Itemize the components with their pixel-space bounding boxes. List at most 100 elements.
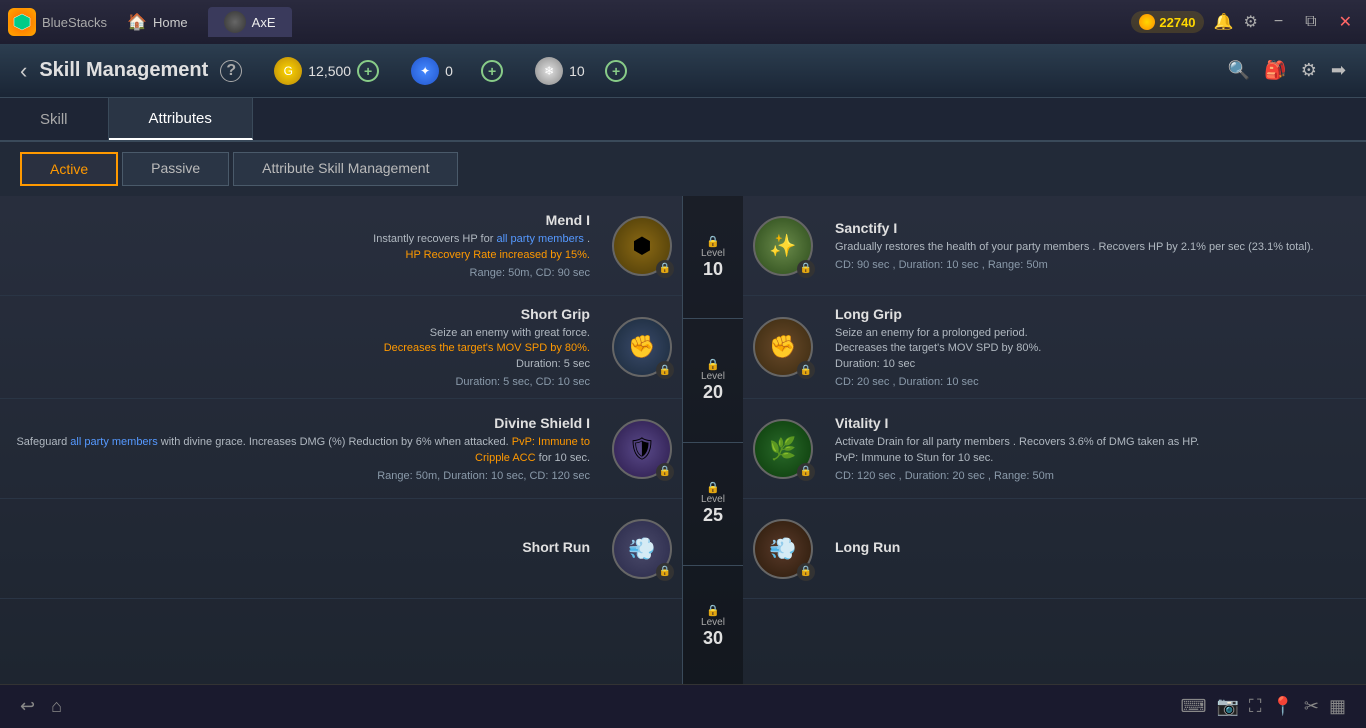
add-blue-button[interactable]: + [481,60,503,82]
skill-text-long-run: Long Run [823,499,1366,598]
skill-meta-sanctify: CD: 90 sec , Duration: 10 sec , Range: 5… [835,259,1352,271]
tabs-row: Skill Attributes [0,98,1366,142]
lock-badge-vitality: 🔒 [797,463,815,481]
skill-desc-vitality: Activate Drain for all party members . R… [835,435,1352,466]
skill-icon-wrap-mend: ⬢ 🔒 [602,196,682,295]
main-content: Skill Attributes Active Passive Attribut… [0,98,1366,684]
skill-desc-divine: Safeguard all party members with divine … [14,435,590,466]
app-header: ‹ Skill Management ? G 12,500 + ✦ 0 + ❄ … [0,44,1366,98]
skill-icon-short-run[interactable]: 💨 🔒 [612,519,672,579]
subtab-passive[interactable]: Passive [122,152,229,186]
skill-desc-long-grip: Seize an enemy for a prolonged period. D… [835,326,1352,372]
page-title: Skill Management [39,59,208,82]
close-btn[interactable]: ✕ [1333,10,1358,34]
skill-icon-long-run[interactable]: 💨 🔒 [753,519,813,579]
settings-icon[interactable]: ⚙ [1301,60,1317,81]
grid-icon[interactable]: ▦ [1329,696,1346,717]
bottom-bar: ↩ ⌂ ⌨ 📷 ⛶ 📍 ✂ ▦ [0,684,1366,728]
home-tab[interactable]: 🏠 Home [113,8,202,36]
title-bar: BlueStacks 🏠 Home AxE 22740 🔔 ⚙ − ⧉ ✕ [0,0,1366,44]
right-half: 🔒 Level 10 🔒 Level 20 🔒 Level 25 🔒 Level [683,196,1366,684]
skill-text-short-run: Short Run [0,499,602,598]
skill-text-vitality: Vitality I Activate Drain for all party … [823,399,1366,498]
skill-icon-long-grip[interactable]: ✊ 🔒 [753,317,813,377]
keyboard-icon[interactable]: ⌨ [1180,696,1206,717]
skill-row-short-run: Short Run 💨 🔒 [0,499,682,599]
subtab-active[interactable]: Active [20,152,118,186]
coin-icon [1139,14,1155,30]
gold-value: 12,500 [308,63,351,79]
back-button[interactable]: ‹ [20,58,27,84]
game-tab[interactable]: AxE [208,7,292,37]
skill-icon-divine[interactable]: 🛡 🔒 [612,419,672,479]
skill-row-sanctify: ✨ 🔒 Sanctify I Gradually restores the he… [743,196,1366,296]
lock-badge-mend: 🔒 [656,260,674,278]
tab-skill[interactable]: Skill [0,98,109,140]
blue-orb: ✦ [411,57,439,85]
gold-orb: G [274,57,302,85]
skill-meta-short-grip: Duration: 5 sec, CD: 10 sec [14,376,590,388]
skill-icon-mend[interactable]: ⬢ 🔒 [612,216,672,276]
skill-desc-mend: Instantly recovers HP for all party memb… [14,232,590,263]
skill-icon-vitality[interactable]: 🌿 🔒 [753,419,813,479]
settings-icon-title[interactable]: ⚙ [1243,12,1257,32]
add-white-button[interactable]: + [605,60,627,82]
white-orb: ❄ [535,57,563,85]
currency-group-2: ✦ 0 + [411,57,503,85]
subtab-attribute-skill[interactable]: Attribute Skill Management [233,152,458,186]
lock-badge-sanctify: 🔒 [797,260,815,278]
subtabs-row: Active Passive Attribute Skill Managemen… [0,142,1366,196]
coins-display: 22740 [1131,11,1203,33]
skill-text-long-grip: Long Grip Seize an enemy for a prolonged… [823,296,1366,398]
location-icon[interactable]: 📍 [1271,696,1293,717]
skill-row-long-run: 💨 🔒 Long Run [743,499,1366,599]
skill-row-long-grip: ✊ 🔒 Long Grip Seize an enemy for a prolo… [743,296,1366,399]
skill-name-short-grip: Short Grip [14,306,590,322]
game-icon [224,11,246,33]
blue-value: 0 [445,63,475,79]
level-indicator-30: 🔒 Level 30 [683,566,743,684]
currency-group-3: ❄ 10 + [535,57,627,85]
level-indicator-20: 🔒 Level 20 [683,319,743,442]
skill-icon-wrap-vitality: 🌿 🔒 [743,399,823,498]
skill-row-vitality: 🌿 🔒 Vitality I Activate Drain for all pa… [743,399,1366,499]
app-name-label: BlueStacks [42,15,107,30]
maximize-btn[interactable]: ⧉ [1299,11,1322,33]
home-icon-bottom[interactable]: ⌂ [51,696,62,717]
expand-icon[interactable]: ⛶ [1249,696,1262,717]
level-indicator-10: 🔒 Level 10 [683,196,743,319]
minimize-btn[interactable]: − [1268,11,1289,33]
add-gold-button[interactable]: + [357,60,379,82]
skill-text-short-grip: Short Grip Seize an enemy with great for… [0,296,602,398]
currency-group-1: G 12,500 + [274,57,379,85]
bottom-left-icons: ↩ ⌂ [20,696,62,717]
tab-attributes[interactable]: Attributes [109,98,253,140]
skill-name-short-run: Short Run [14,539,590,555]
skill-text-sanctify: Sanctify I Gradually restores the health… [823,196,1366,295]
search-icon[interactable]: 🔍 [1228,60,1250,81]
undo-icon[interactable]: ↩ [20,696,35,717]
white-value: 10 [569,63,599,79]
skill-icon-wrap-long-grip: ✊ 🔒 [743,296,823,398]
skill-icon-wrap-sanctify: ✨ 🔒 [743,196,823,295]
notification-icon[interactable]: 🔔 [1214,12,1234,32]
skill-icon-wrap-short-run: 💨 🔒 [602,499,682,598]
logout-icon[interactable]: ➡ [1331,60,1346,81]
level-indicator-25: 🔒 Level 25 [683,443,743,566]
bluestacks-logo [8,8,36,36]
scissors-icon[interactable]: ✂ [1304,696,1319,717]
skill-row-mend: Mend I Instantly recovers HP for all par… [0,196,682,296]
lock-badge-short-grip: 🔒 [656,361,674,379]
skill-icon-wrap-long-run: 💨 🔒 [743,499,823,598]
skill-desc-short-grip: Seize an enemy with great force. Decreas… [14,326,590,372]
camera-icon[interactable]: 📷 [1216,696,1238,717]
lock-badge-divine: 🔒 [656,463,674,481]
skill-icon-sanctify[interactable]: ✨ 🔒 [753,216,813,276]
right-skills-column: ✨ 🔒 Sanctify I Gradually restores the he… [743,196,1366,684]
skill-name-vitality: Vitality I [835,415,1352,431]
skill-meta-divine: Range: 50m, Duration: 10 sec, CD: 120 se… [14,470,590,482]
header-icons: 🔍 🎒 ⚙ ➡ [1228,60,1346,81]
inventory-icon[interactable]: 🎒 [1264,60,1286,81]
skill-icon-short-grip[interactable]: ✊ 🔒 [612,317,672,377]
help-button[interactable]: ? [220,60,242,82]
